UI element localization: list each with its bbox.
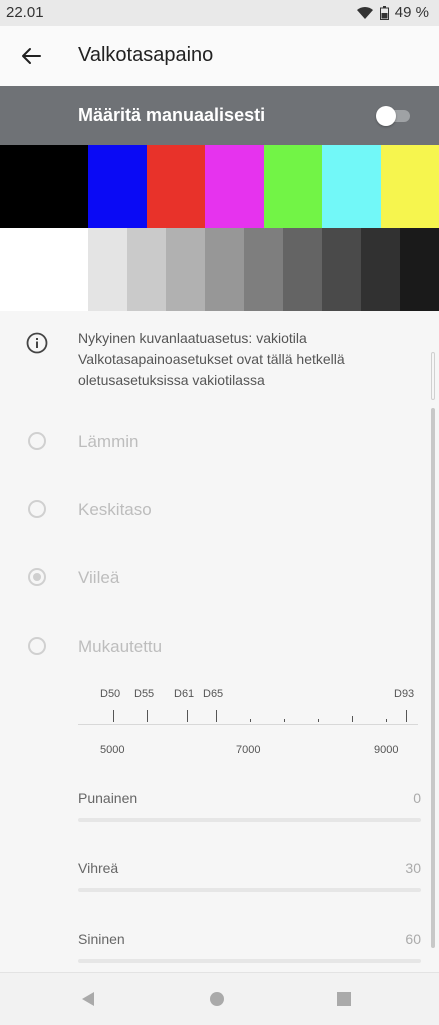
scale-tick-minor xyxy=(352,716,353,722)
scale-tick-minor xyxy=(386,719,387,722)
manual-toggle[interactable] xyxy=(376,106,412,126)
app-bar: Valkotasapaino xyxy=(0,26,439,86)
scrollbar-cap xyxy=(431,352,435,400)
info-line-defaults: Valkotasapainoasetukset ovat tällä hetke… xyxy=(78,351,345,388)
slider-value: 0 xyxy=(413,790,421,806)
info-icon xyxy=(26,332,48,354)
color-test-pattern xyxy=(0,145,439,228)
scale-tick-major xyxy=(147,710,148,722)
option-label: Mukautettu xyxy=(78,637,163,656)
info-line-current-mode: Nykyinen kuvanlaatuasetus: vakiotila xyxy=(78,330,307,346)
scale-tick-major xyxy=(187,710,188,722)
gray-bar xyxy=(0,228,88,311)
gray-bar xyxy=(127,228,166,311)
slider-track[interactable] xyxy=(78,959,421,963)
scale-tick-major xyxy=(406,710,407,722)
kelvin-label: 7000 xyxy=(236,744,261,756)
kelvin-label: 9000 xyxy=(374,744,399,756)
scale-tick-major xyxy=(216,710,217,722)
gray-bar xyxy=(244,228,283,311)
battery-icon xyxy=(379,5,389,20)
option-custom[interactable]: Mukautettu xyxy=(0,627,420,667)
radio-button[interactable] xyxy=(28,500,46,518)
back-triangle-icon[interactable] xyxy=(78,989,98,1009)
gray-test-pattern xyxy=(0,228,439,311)
color-bar-red xyxy=(147,145,205,228)
color-bar-magenta xyxy=(205,145,264,228)
color-bar-black xyxy=(0,145,88,228)
option-warm[interactable]: Lämmin xyxy=(0,422,420,462)
scale-tick-minor xyxy=(284,719,285,722)
scrollbar[interactable] xyxy=(431,352,435,948)
preset-label: D50 xyxy=(100,688,121,700)
slider-value: 30 xyxy=(405,860,421,876)
preset-label: D93 xyxy=(394,688,415,700)
gray-bar xyxy=(205,228,244,311)
color-bar-green xyxy=(264,145,322,228)
slider-red[interactable]: Punainen 0 xyxy=(78,790,421,834)
option-label: Keskitaso xyxy=(78,500,152,519)
status-bar: 22.01 49 % xyxy=(0,0,439,26)
scale-axis xyxy=(78,724,418,725)
slider-label: Punainen xyxy=(78,790,138,806)
slider-track[interactable] xyxy=(78,818,421,822)
gray-bar xyxy=(361,228,400,311)
home-circle-icon[interactable] xyxy=(207,989,227,1009)
page-title: Valkotasapaino xyxy=(78,44,214,66)
radio-button-selected[interactable] xyxy=(28,568,46,586)
toggle-thumb xyxy=(376,106,396,126)
scale-tick-minor xyxy=(318,719,319,722)
color-bar-cyan xyxy=(322,145,381,228)
battery-percent: 49 % xyxy=(394,4,429,21)
status-time: 22.01 xyxy=(6,4,44,21)
color-bar-yellow xyxy=(381,145,439,228)
color-bar-blue xyxy=(88,145,147,228)
gray-bar xyxy=(166,228,205,311)
preset-label: D55 xyxy=(134,688,155,700)
manual-setting-row[interactable]: Määritä manuaalisesti xyxy=(0,86,439,145)
wifi-icon xyxy=(356,6,373,19)
gray-bar xyxy=(88,228,127,311)
option-cool[interactable]: Viileä xyxy=(0,558,420,598)
slider-label: Sininen xyxy=(78,931,125,947)
scrollbar-thumb[interactable] xyxy=(431,408,435,948)
color-temperature-scale: D50 D55 D61 D65 D93 5000 7000 9000 xyxy=(78,682,418,762)
gray-bar xyxy=(322,228,361,311)
slider-green[interactable]: Vihreä 30 xyxy=(78,860,421,904)
radio-button[interactable] xyxy=(28,637,46,655)
slider-track[interactable] xyxy=(78,888,421,892)
preset-label: D65 xyxy=(203,688,224,700)
slider-label: Vihreä xyxy=(78,860,119,876)
scale-tick-major xyxy=(113,710,114,722)
kelvin-label: 5000 xyxy=(100,744,125,756)
option-label: Lämmin xyxy=(78,432,139,451)
gray-bar xyxy=(400,228,439,311)
manual-setting-label: Määritä manuaalisesti xyxy=(78,105,266,125)
slider-value: 60 xyxy=(405,931,421,947)
preset-label: D61 xyxy=(174,688,195,700)
radio-button[interactable] xyxy=(28,432,46,450)
option-medium[interactable]: Keskitaso xyxy=(0,490,420,530)
gray-bar xyxy=(283,228,322,311)
system-navigation-bar xyxy=(0,972,439,1025)
arrow-left-icon[interactable] xyxy=(18,42,46,70)
scale-tick-minor xyxy=(250,719,251,722)
option-label: Viileä xyxy=(78,568,120,587)
slider-blue[interactable]: Sininen 60 xyxy=(78,931,421,975)
recents-square-icon[interactable] xyxy=(334,989,354,1009)
